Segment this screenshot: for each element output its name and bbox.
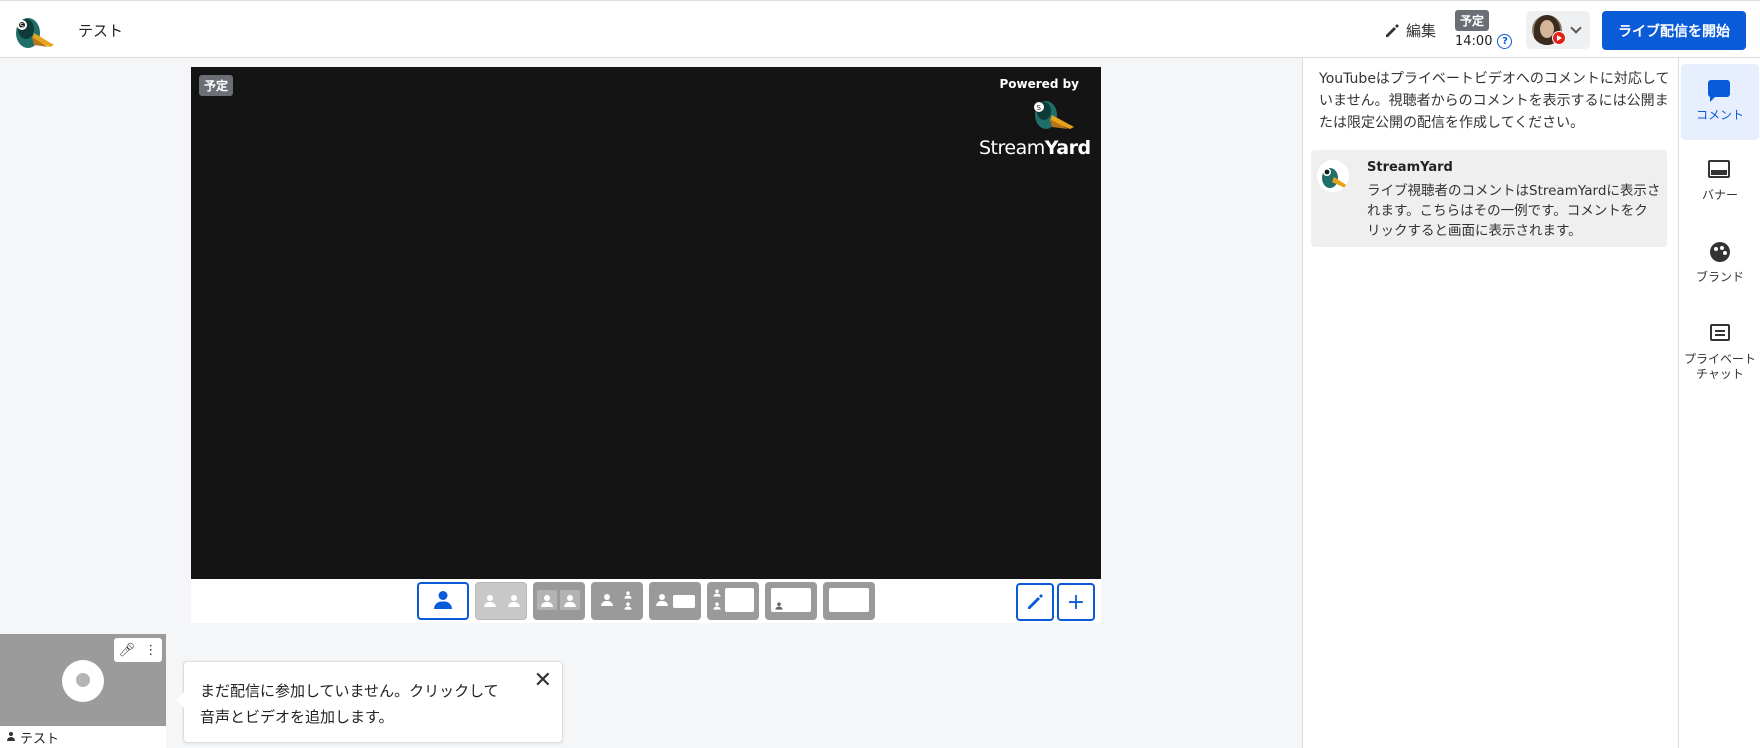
layout-toolbar: + [191, 579, 1101, 623]
powered-by-watermark: Powered by S StreamYard [979, 77, 1091, 159]
banner-icon [1708, 160, 1730, 178]
layout-solo-button[interactable] [417, 582, 469, 620]
comment-author: StreamYard [1367, 160, 1453, 175]
chat-icon [1710, 324, 1730, 341]
svg-text:S: S [1037, 104, 1042, 112]
streamyard-mascot-icon: S [1034, 101, 1074, 129]
person-icon [775, 602, 783, 610]
person-icon [713, 589, 721, 597]
nav-private-chat[interactable]: プライベート チャット [1681, 310, 1759, 394]
top-header: S テスト 編集 予定 14:00 ? ライブ配信を開始 [0, 0, 1760, 58]
powered-by-text: Powered by [999, 77, 1080, 91]
status-badge: 予定 [1455, 10, 1490, 31]
nav-comments[interactable]: コメント [1681, 64, 1759, 140]
edit-label: 編集 [1406, 22, 1437, 40]
more-options-icon[interactable]: ⋮ [144, 643, 157, 658]
layout-pip-button[interactable] [765, 582, 817, 620]
tooltip-line-2: 音声とビデオを追加します。 [200, 708, 394, 726]
streamyard-avatar-icon [1317, 160, 1349, 192]
layout-group-button[interactable] [533, 582, 585, 620]
person-icon [624, 591, 632, 599]
streamyard-logo-icon[interactable]: S [10, 11, 56, 51]
nav-private-chat-label-2: チャット [1696, 367, 1744, 381]
plus-icon: + [1066, 589, 1086, 615]
schedule-info: 予定 14:00 ? [1455, 10, 1513, 49]
go-live-button[interactable]: ライブ配信を開始 [1602, 11, 1746, 50]
self-name-label: テスト [0, 726, 166, 748]
help-icon[interactable]: ? [1497, 34, 1513, 49]
person-icon [541, 595, 553, 607]
close-icon[interactable]: ✕ [534, 668, 552, 694]
person-icon [601, 594, 613, 606]
scheduled-time: 14:00 [1455, 34, 1493, 49]
self-preview-tile[interactable]: 🎤︎ ⋮ [0, 634, 166, 726]
person-icon [6, 732, 16, 742]
person-icon [434, 591, 452, 609]
microphone-icon[interactable]: 🎤︎ [119, 643, 136, 658]
svg-text:S: S [20, 22, 25, 30]
comment-text: ライブ視聴者のコメントはStreamYardに表示されます。こちらはその一例です… [1367, 183, 1661, 239]
person-icon [508, 595, 520, 607]
join-broadcast-tooltip[interactable]: まだ配信に参加していません。クリックして 音声とビデオを追加します。 ✕ [176, 661, 563, 743]
person-icon [713, 602, 721, 610]
layout-thin-button[interactable] [707, 582, 759, 620]
add-layout-button[interactable]: + [1057, 583, 1095, 621]
youtube-icon [1552, 31, 1566, 45]
tooltip-line-1: まだ配信に参加していません。クリックして [200, 682, 499, 700]
youtube-private-notice: YouTubeはプライベートビデオへのコメントに対応していません。視聴者からのコ… [1319, 71, 1670, 131]
comments-panel: YouTubeはプライベートビデオへのコメントに対応していません。視聴者からのコ… [1302, 58, 1678, 748]
chevron-down-icon [1570, 22, 1582, 34]
layout-full-screen-button[interactable] [823, 582, 875, 620]
nav-banners-label: バナー [1701, 188, 1738, 202]
pencil-icon [1028, 594, 1043, 609]
comment-icon [1708, 80, 1730, 102]
layout-leader-button[interactable] [591, 582, 643, 620]
sample-comment[interactable]: StreamYard ライブ視聴者のコメントはStreamYardに表示されます… [1311, 150, 1667, 247]
nav-brand[interactable]: ブランド [1681, 228, 1759, 304]
self-controls: 🎤︎ ⋮ [114, 638, 162, 662]
streamyard-wordmark: StreamYard [979, 137, 1091, 159]
self-name-text: テスト [20, 731, 60, 747]
nav-brand-label: ブランド [1695, 270, 1744, 284]
palette-icon [1710, 242, 1730, 262]
person-icon [624, 602, 632, 610]
layout-screen-button[interactable] [649, 582, 701, 620]
avatar-placeholder-icon [62, 660, 104, 702]
stage-status-badge: 予定 [199, 75, 234, 96]
nav-comments-label: コメント [1695, 108, 1744, 122]
side-nav: コメント バナー ブランド プライベート チャット [1678, 58, 1760, 748]
pencil-icon [1386, 23, 1399, 37]
person-icon [484, 595, 496, 607]
account-switcher[interactable] [1526, 11, 1590, 49]
edit-button[interactable]: 編集 [1384, 20, 1436, 41]
broadcast-stage: 予定 Powered by S StreamYard [191, 67, 1101, 579]
layout-cropped-button[interactable] [475, 582, 527, 620]
person-icon [564, 595, 576, 607]
edit-layout-button[interactable] [1016, 583, 1054, 621]
person-icon [656, 594, 668, 606]
nav-private-chat-label-1: プライベート [1683, 352, 1756, 366]
broadcast-title[interactable]: テスト [78, 20, 123, 41]
nav-banners[interactable]: バナー [1681, 146, 1759, 222]
